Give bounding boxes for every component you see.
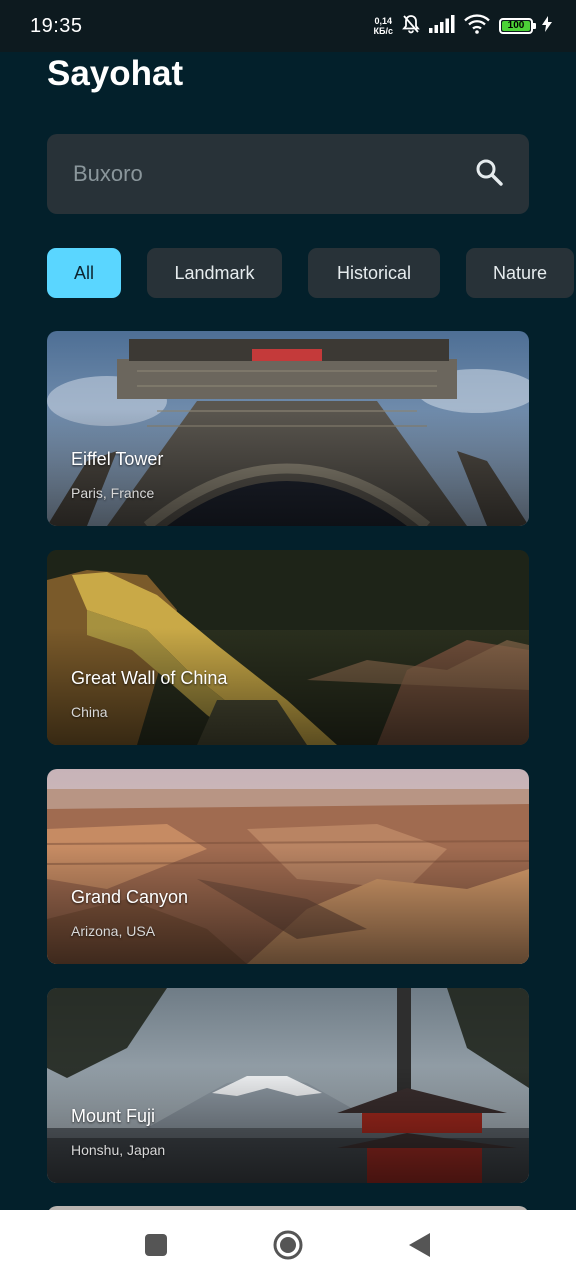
wifi-icon: [464, 13, 490, 39]
silent-bell-icon: [402, 14, 420, 39]
place-location: Honshu, Japan: [71, 1142, 166, 1158]
filter-chip-all[interactable]: All: [47, 248, 121, 298]
home-icon[interactable]: [271, 1228, 305, 1262]
system-nav-bar: [0, 1210, 576, 1280]
place-title: Great Wall of China: [71, 668, 228, 688]
network-speed-unit: КБ/с: [373, 26, 393, 36]
search-icon[interactable]: [475, 158, 503, 191]
place-card-grand-canyon[interactable]: Grand Canyon Arizona, USA: [47, 769, 529, 964]
place-location: Paris, France: [71, 485, 155, 501]
search-bar[interactable]: [47, 134, 529, 214]
status-bar: 19:35 0,14 КБ/с 100: [0, 0, 576, 52]
filter-chip-nature[interactable]: Nature: [466, 248, 574, 298]
status-time: 19:35: [30, 14, 83, 37]
charging-icon: [542, 15, 552, 37]
place-location: China: [71, 704, 108, 720]
filter-chip-historical[interactable]: Historical: [308, 248, 440, 298]
place-card-mount-fuji[interactable]: Mount Fuji Honshu, Japan: [47, 988, 529, 1183]
place-card-great-wall[interactable]: Great Wall of China China: [47, 550, 529, 745]
place-title: Mount Fuji: [71, 1106, 156, 1126]
place-location: Arizona, USA: [71, 923, 156, 939]
network-speed-value: 0,14: [374, 16, 393, 26]
place-title: Eiffel Tower: [71, 449, 164, 469]
network-speed: 0,14 КБ/с: [374, 16, 393, 36]
signal-icon: [429, 14, 455, 38]
search-input[interactable]: [71, 160, 455, 188]
filter-chip-landmark[interactable]: Landmark: [147, 248, 282, 298]
page-title: Sayohat: [47, 54, 184, 93]
recents-icon[interactable]: [139, 1228, 173, 1262]
place-card-eiffel-tower[interactable]: Eiffel Tower Paris, France: [47, 331, 529, 526]
category-filters: All Landmark Historical Nature: [47, 248, 574, 298]
back-icon[interactable]: [403, 1228, 437, 1262]
status-icons: 0,14 КБ/с 100: [374, 13, 552, 39]
battery-level: 100: [502, 21, 530, 31]
battery-icon: 100: [499, 18, 536, 34]
place-title: Grand Canyon: [71, 887, 189, 907]
